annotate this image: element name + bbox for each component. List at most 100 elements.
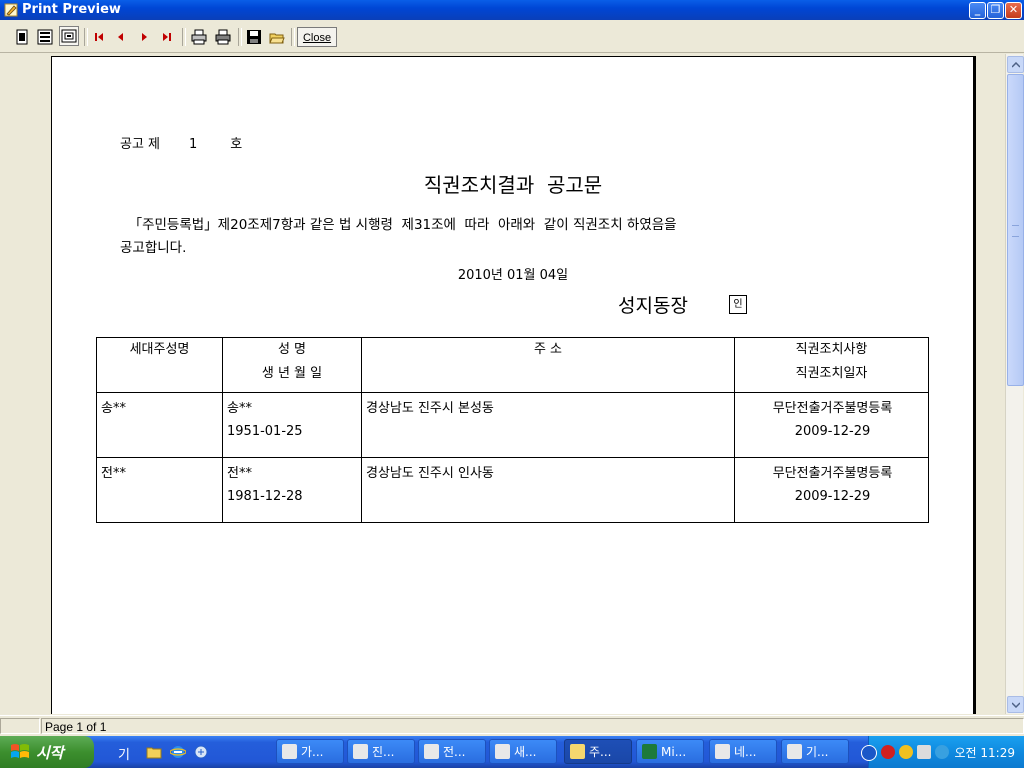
cell-household-head: 전** [101, 466, 126, 481]
header-birth: 생 년 월 일 [261, 366, 323, 381]
cell-birth: 1981-12-28 [227, 489, 303, 504]
print-icon [215, 29, 231, 45]
zoom-page-button[interactable] [59, 26, 79, 46]
taskbar-item[interactable]: 새... [489, 739, 557, 764]
minimize-button[interactable]: _ [969, 2, 986, 19]
multi-page-button[interactable] [36, 28, 54, 46]
page-shadow [973, 56, 976, 714]
records-table: 세대주성명 성 명 생 년 월 일 주 소 직권조치사항 직권조치일자 송** [96, 337, 929, 523]
first-page-icon [95, 33, 103, 41]
next-page-button[interactable] [135, 28, 153, 46]
taskbar-item[interactable]: Mi... [636, 739, 704, 764]
taskbar-item-active[interactable]: 주... [564, 739, 632, 764]
task-label: Mi... [661, 745, 687, 759]
taskbar-item[interactable]: 가... [276, 739, 344, 764]
window-title: Print Preview [22, 2, 121, 17]
print-setup-icon [191, 29, 207, 45]
taskbar-item[interactable]: 진... [347, 739, 415, 764]
tray-blocked-icon[interactable] [881, 745, 895, 759]
task-label: 가... [301, 745, 324, 759]
task-app-icon [570, 744, 585, 759]
cell-name: 전** [227, 466, 252, 481]
folder-icon[interactable] [146, 744, 162, 760]
previous-page-icon [118, 33, 123, 41]
cell-household-head: 송** [101, 401, 126, 416]
last-page-button[interactable] [158, 28, 176, 46]
scroll-down-button[interactable] [1007, 696, 1024, 713]
header-action: 직권조치사항 직권조치일자 [734, 337, 929, 393]
title-bar: Print Preview _ ❐ ✕ [0, 0, 1024, 20]
save-button[interactable] [245, 28, 263, 46]
taskbar-item[interactable]: 네... [709, 739, 777, 764]
open-button[interactable] [268, 28, 286, 46]
tray-app-icon[interactable] [935, 745, 949, 759]
tray-expand-icon[interactable] [861, 745, 877, 761]
notice-number: 공고 제 1 호 [120, 137, 243, 152]
document-page: 공고 제 1 호 직권조치결과 공고문 「주민등록법」제20조제7항과 같은 법… [51, 56, 974, 714]
chevron-up-icon [1011, 61, 1020, 68]
task-app-icon [495, 744, 510, 759]
header-address: 주 소 [361, 337, 735, 393]
tray-network-icon[interactable] [917, 745, 931, 759]
status-bar: Page 1 of 1 [0, 715, 1024, 736]
task-label: 주... [589, 745, 612, 759]
scroll-up-button[interactable] [1007, 56, 1024, 73]
cell-action-date: 2009-12-29 [794, 424, 871, 439]
taskbar-item[interactable]: 전... [418, 739, 486, 764]
toolbar-separator [291, 28, 295, 46]
seal-mark: 인 [729, 295, 747, 314]
task-label: 새... [514, 745, 537, 759]
cell-action: 무단전출거주불명등록 [772, 466, 893, 481]
cell-action: 무단전출거주불명등록 [772, 401, 893, 416]
start-button[interactable]: 시작 [0, 736, 94, 768]
open-icon [269, 33, 285, 44]
body-line-1: 「주민등록법」제20조제7항과 같은 법 시행령 제31조에 따라 아래와 같이… [120, 217, 677, 233]
clock: 오전 11:29 [954, 746, 1015, 760]
save-icon [247, 30, 261, 44]
header-action-date: 직권조치일자 [795, 366, 868, 381]
last-page-icon [163, 33, 171, 41]
status-panel-empty [0, 718, 40, 734]
task-label: 전... [443, 745, 466, 759]
task-label: 진... [372, 745, 395, 759]
table-row: 전** 전** 1981-12-28 경상남도 진주시 인사동 무단전출거주불명… [96, 457, 929, 523]
one-page-button[interactable] [13, 28, 31, 46]
notice-date: 2010년 01월 04일 [457, 268, 569, 283]
scroll-thumb[interactable] [1007, 74, 1024, 386]
table-header-row: 세대주성명 성 명 생 년 월 일 주 소 직권조치사항 직권조치일자 [96, 337, 929, 393]
restore-button[interactable]: ❐ [987, 2, 1004, 19]
print-setup-button[interactable] [190, 28, 208, 46]
preview-toolbar [0, 20, 1024, 53]
cell-action-date: 2009-12-29 [794, 489, 871, 504]
task-app-icon [282, 744, 297, 759]
taskbar: 시작 기 가... 진... 전... 새... 주... Mi... 네...… [0, 736, 1024, 768]
close-preview-button[interactable]: Close [297, 27, 337, 47]
close-window-button[interactable]: ✕ [1005, 2, 1022, 19]
zoom-page-icon [61, 29, 77, 43]
body-line-2: 공고합니다. [120, 240, 187, 256]
cell-birth: 1951-01-25 [227, 424, 303, 439]
internet-explorer-icon[interactable] [170, 744, 186, 760]
header-name: 성 명 [277, 342, 307, 357]
system-tray: 오전 11:29 [861, 736, 1024, 768]
toolbar-separator [84, 28, 88, 46]
taskbar-item[interactable]: 기... [781, 739, 849, 764]
tray-messenger-icon[interactable] [899, 745, 913, 759]
browser-icon[interactable] [193, 744, 209, 760]
toolbar-separator [182, 28, 186, 46]
previous-page-button[interactable] [112, 28, 130, 46]
app-pencil-icon [4, 3, 18, 17]
page-info: Page 1 of 1 [41, 718, 1024, 734]
task-app-icon [715, 744, 730, 759]
task-app-icon [787, 744, 802, 759]
vertical-scrollbar[interactable] [1005, 54, 1024, 714]
task-app-icon [424, 744, 439, 759]
signer-name: 성지동장 [618, 295, 688, 317]
print-button[interactable] [214, 28, 232, 46]
task-label: 네... [734, 745, 757, 759]
document-title: 직권조치결과 공고문 [423, 173, 603, 197]
next-page-icon [142, 33, 147, 41]
first-page-button[interactable] [90, 28, 108, 46]
chevron-down-icon [1011, 701, 1020, 708]
cell-address: 경상남도 진주시 본성동 [366, 401, 494, 416]
